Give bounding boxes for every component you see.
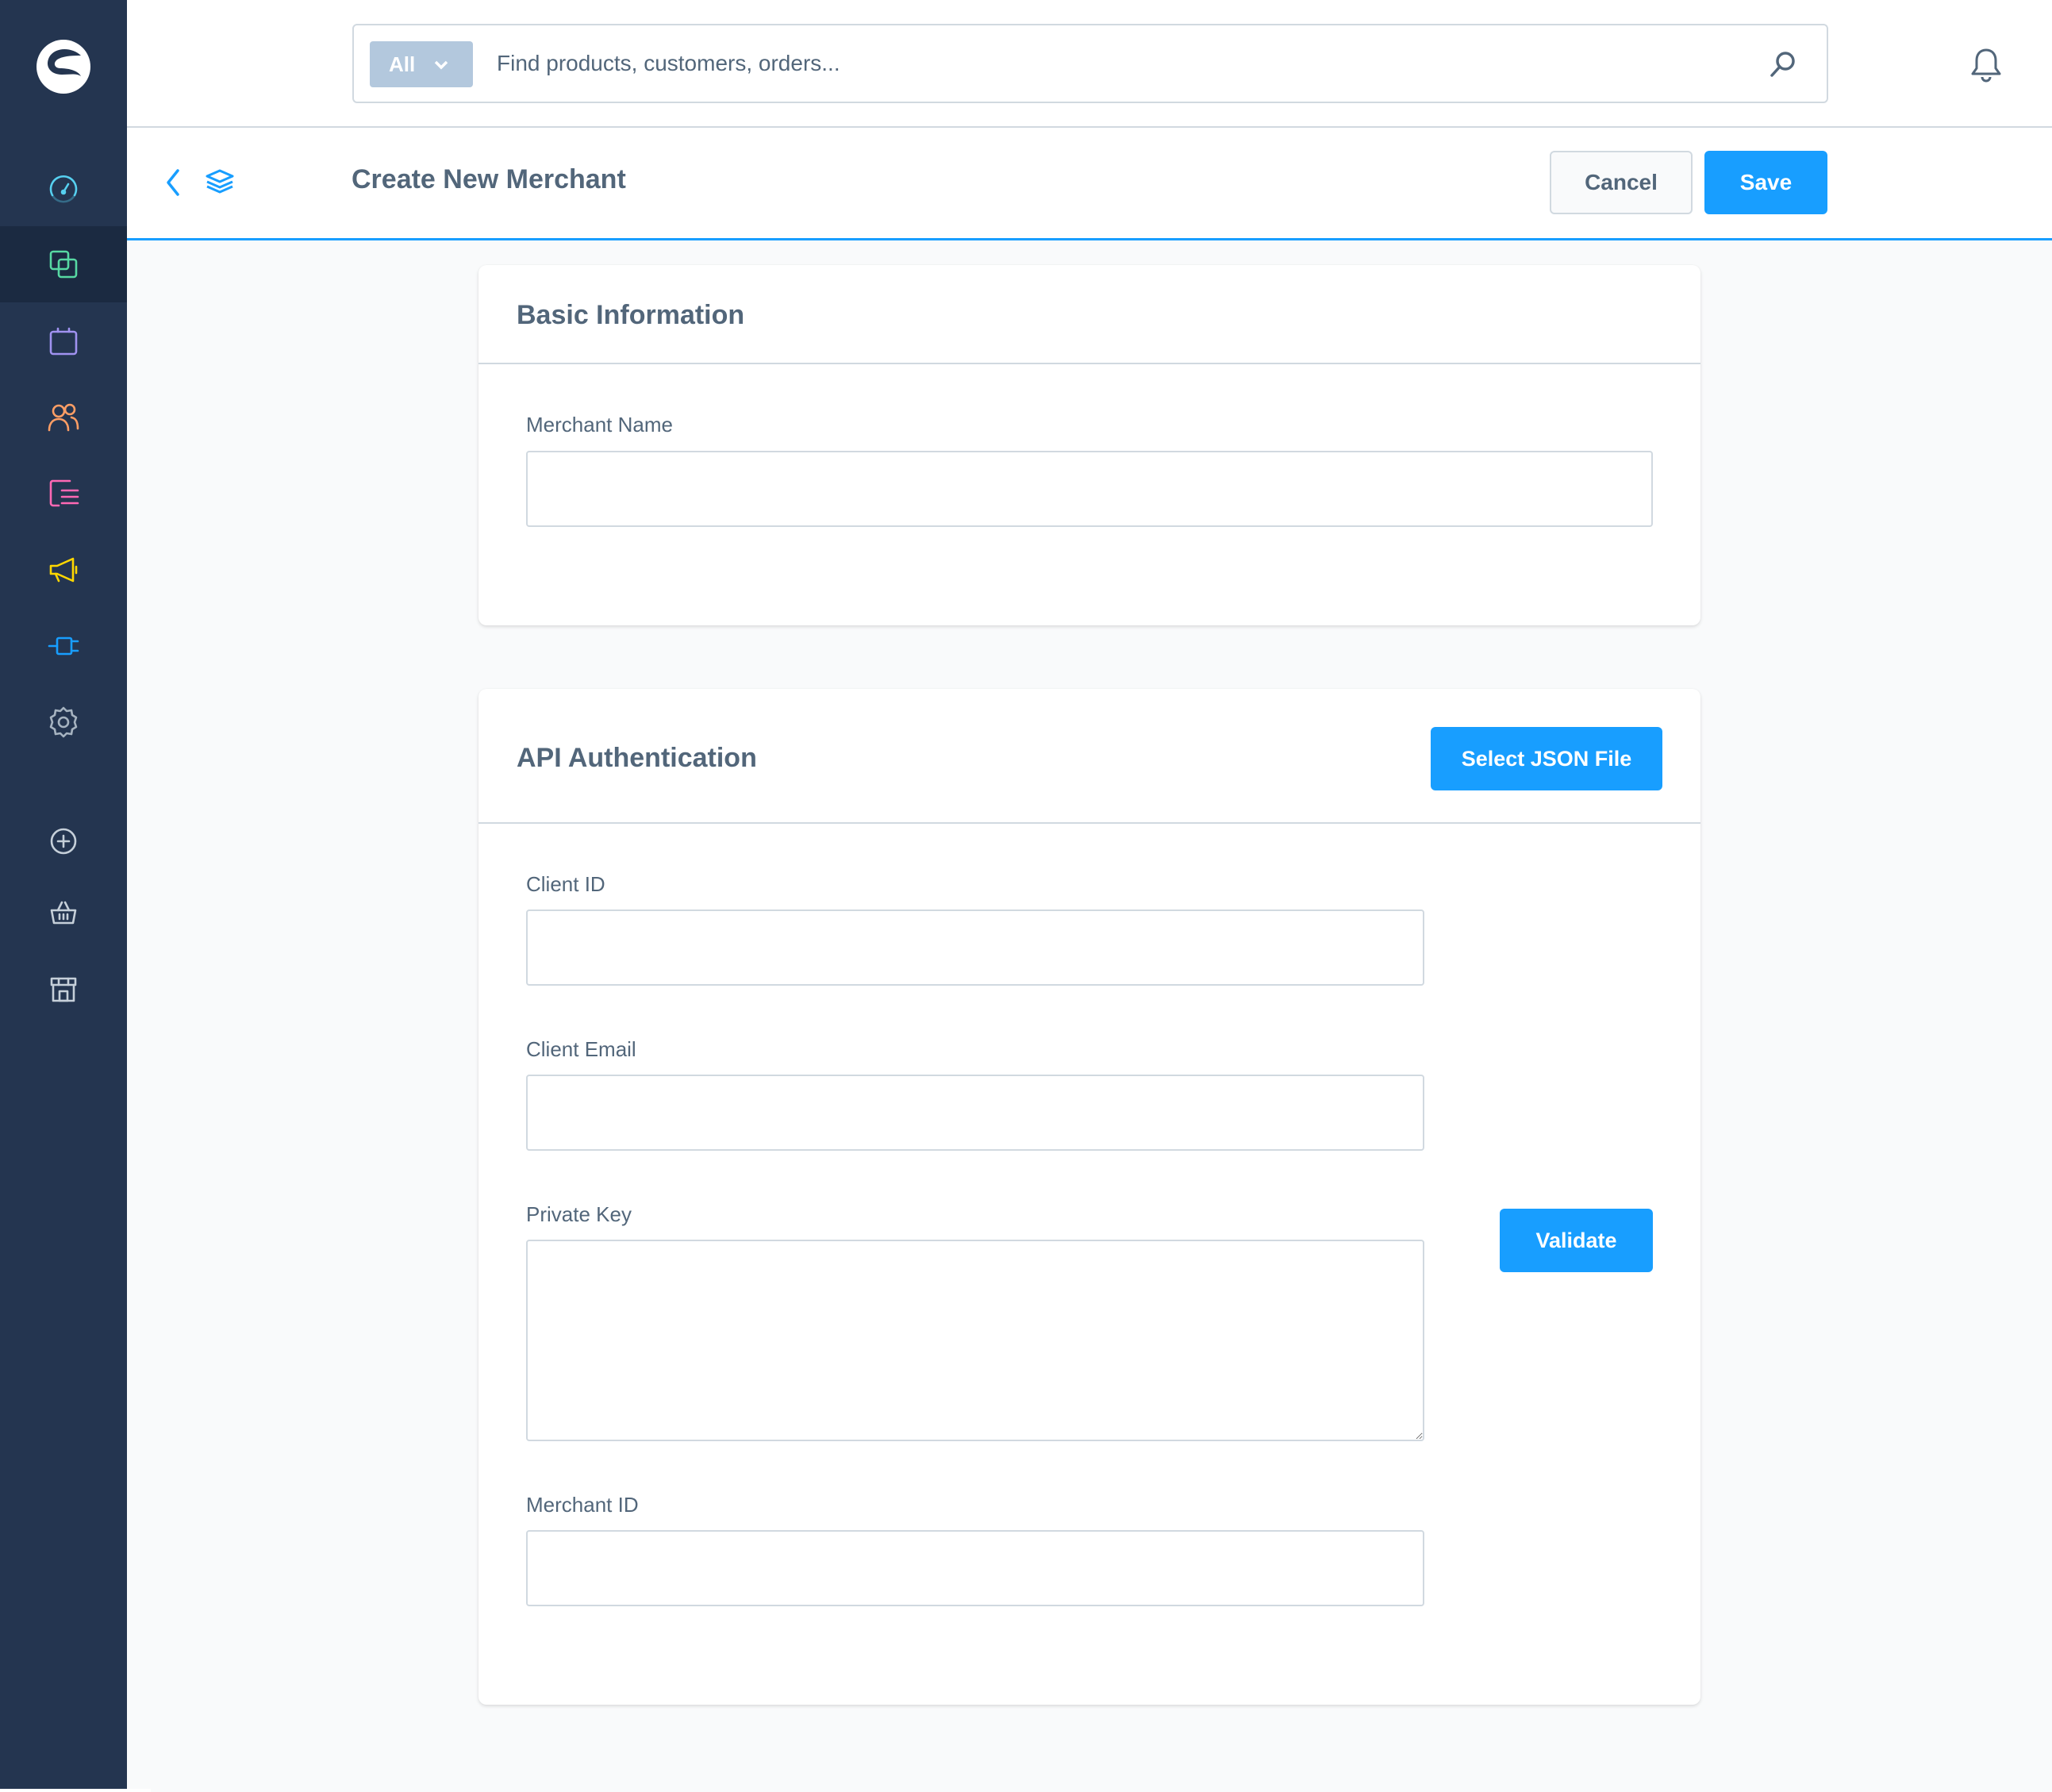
bottom-edge	[0, 1789, 151, 1792]
sidebar-item-sales-channel[interactable]	[0, 875, 127, 951]
storefront-icon	[50, 977, 77, 1002]
sidebar-item-content[interactable]	[0, 456, 127, 532]
back-arrow-icon[interactable]	[160, 166, 187, 199]
chevron-down-icon	[434, 60, 448, 70]
card-title: Basic Information	[517, 300, 745, 330]
save-button[interactable]: Save	[1704, 151, 1827, 214]
top-header: All	[127, 0, 2052, 128]
sidebar-item-orders[interactable]	[0, 303, 127, 379]
merchant-id-label: Merchant ID	[526, 1493, 639, 1517]
client-email-field[interactable]	[526, 1075, 1424, 1151]
sidebar-item-settings[interactable]	[0, 684, 127, 760]
sidebar-item-marketing[interactable]	[0, 532, 127, 608]
plugins-icon	[48, 636, 79, 656]
sidebar-item-add[interactable]	[0, 803, 127, 879]
private-key-textarea[interactable]	[526, 1240, 1424, 1441]
merchant-name-label: Merchant Name	[526, 413, 673, 436]
global-search: All	[352, 24, 1828, 103]
search-input[interactable]	[497, 38, 1687, 89]
customers-icon	[48, 403, 79, 432]
client-id-label: Client ID	[526, 872, 605, 896]
orders-icon	[49, 327, 78, 356]
page-title: Create New Merchant	[352, 164, 626, 194]
client-id-field[interactable]	[526, 909, 1424, 986]
sidebar-item-dashboard[interactable]	[0, 151, 127, 227]
search-icon[interactable]	[1768, 49, 1798, 79]
dashboard-icon	[49, 175, 78, 203]
basic-information-card: Basic Information Merchant Name	[478, 265, 1700, 625]
merchant-id-field[interactable]	[526, 1530, 1424, 1606]
sidebar-item-customers[interactable]	[0, 379, 127, 456]
search-type-dropdown[interactable]: All	[370, 41, 473, 87]
card-header: API Authentication Select JSON File	[478, 689, 1700, 824]
sidebar-item-extensions[interactable]	[0, 608, 127, 684]
client-email-label: Client Email	[526, 1037, 636, 1061]
layers-icon	[206, 169, 234, 194]
catalogues-icon	[49, 250, 78, 279]
add-circle-icon	[50, 828, 77, 855]
card-header: Basic Information	[478, 265, 1700, 364]
api-authentication-card: API Authentication Select JSON File Clie…	[478, 689, 1700, 1705]
marketing-icon	[49, 557, 78, 583]
admin-sidebar	[0, 0, 127, 1792]
smart-bar: Create New Merchant Cancel Save	[127, 128, 2052, 240]
sidebar-item-catalogues[interactable]	[0, 226, 127, 302]
shopware-logo[interactable]	[32, 35, 95, 98]
content-icon	[49, 479, 79, 507]
validate-button[interactable]: Validate	[1500, 1209, 1653, 1272]
sidebar-item-storefront[interactable]	[0, 951, 127, 1027]
notification-bell-icon[interactable]	[1968, 46, 2004, 83]
cancel-button[interactable]: Cancel	[1550, 151, 1693, 214]
merchant-name-field[interactable]	[526, 451, 1653, 527]
select-json-file-button[interactable]: Select JSON File	[1431, 727, 1662, 790]
private-key-label: Private Key	[526, 1202, 632, 1226]
settings-icon	[49, 706, 78, 738]
basket-icon	[50, 901, 77, 925]
card-title: API Authentication	[517, 743, 757, 773]
search-type-label: All	[389, 52, 416, 76]
